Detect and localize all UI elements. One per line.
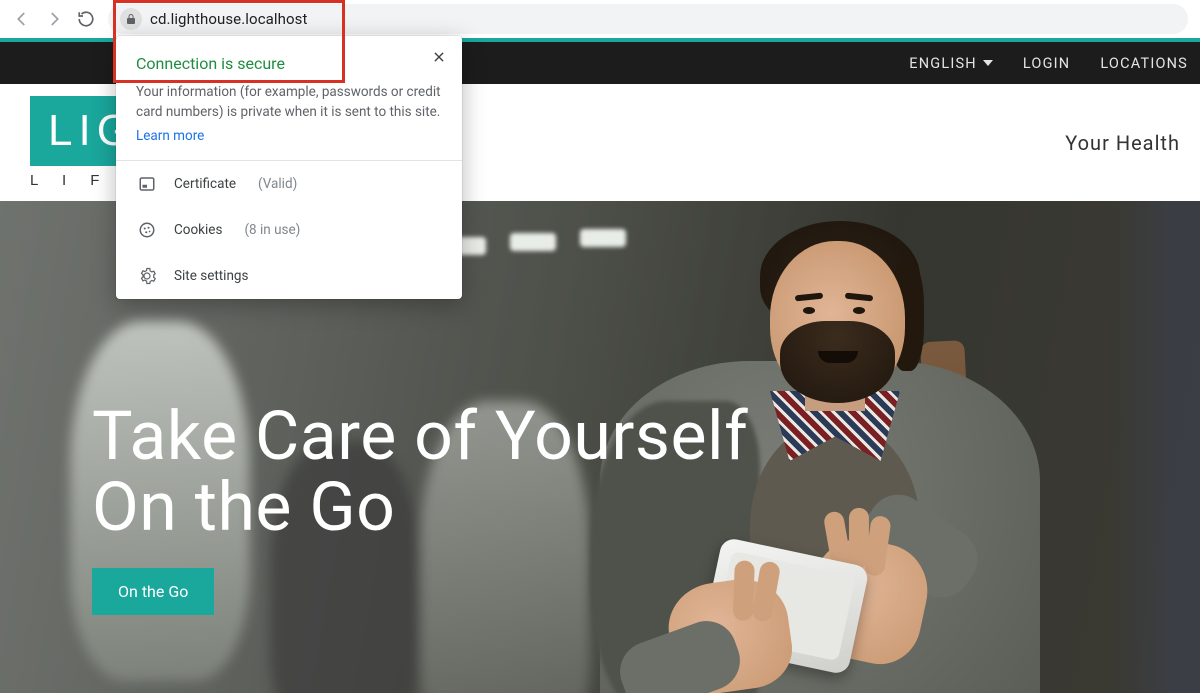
reload-icon[interactable] — [76, 9, 96, 29]
certificate-status: (Valid) — [258, 176, 297, 192]
browser-toolbar: cd.lighthouse.localhost — [0, 0, 1200, 38]
hero-title-line1: Take Care of Yourself — [92, 396, 748, 476]
site-settings-label: Site settings — [174, 268, 248, 284]
locations-link[interactable]: LOCATIONS — [1100, 55, 1188, 72]
site-settings-row[interactable]: Site settings — [116, 253, 462, 299]
lock-icon[interactable] — [120, 8, 142, 30]
cookies-label: Cookies — [174, 222, 222, 238]
certificate-icon — [138, 175, 156, 193]
address-bar[interactable]: cd.lighthouse.localhost — [108, 4, 1188, 34]
chevron-down-icon — [983, 60, 993, 66]
header-tagline: Your Health — [1065, 131, 1180, 155]
language-selector[interactable]: ENGLISH — [909, 55, 993, 72]
back-icon[interactable] — [12, 9, 32, 29]
certificate-label: Certificate — [174, 176, 236, 192]
popover-title: Connection is secure — [136, 54, 442, 73]
site-security-popover: Connection is secure Your information (f… — [116, 36, 462, 299]
learn-more-link[interactable]: Learn more — [136, 128, 204, 144]
certificate-row[interactable]: Certificate (Valid) — [116, 161, 462, 207]
close-icon[interactable] — [426, 44, 452, 70]
bg-light — [510, 233, 556, 251]
language-label: ENGLISH — [909, 55, 977, 72]
forward-icon[interactable] — [44, 9, 64, 29]
hero-title-line2: On the Go — [92, 467, 395, 547]
cookies-row[interactable]: Cookies (8 in use) — [116, 207, 462, 253]
bg-train — [1110, 201, 1200, 693]
popover-description: Your information (for example, passwords… — [136, 83, 442, 122]
hero-cta-button[interactable]: On the Go — [92, 568, 214, 615]
cookies-status: (8 in use) — [244, 222, 300, 238]
cookie-icon — [138, 221, 156, 239]
hero-title: Take Care of Yourself On the Go — [92, 401, 748, 544]
login-link[interactable]: LOGIN — [1023, 55, 1071, 72]
address-bar-text: cd.lighthouse.localhost — [150, 10, 308, 28]
gear-icon — [138, 267, 156, 285]
